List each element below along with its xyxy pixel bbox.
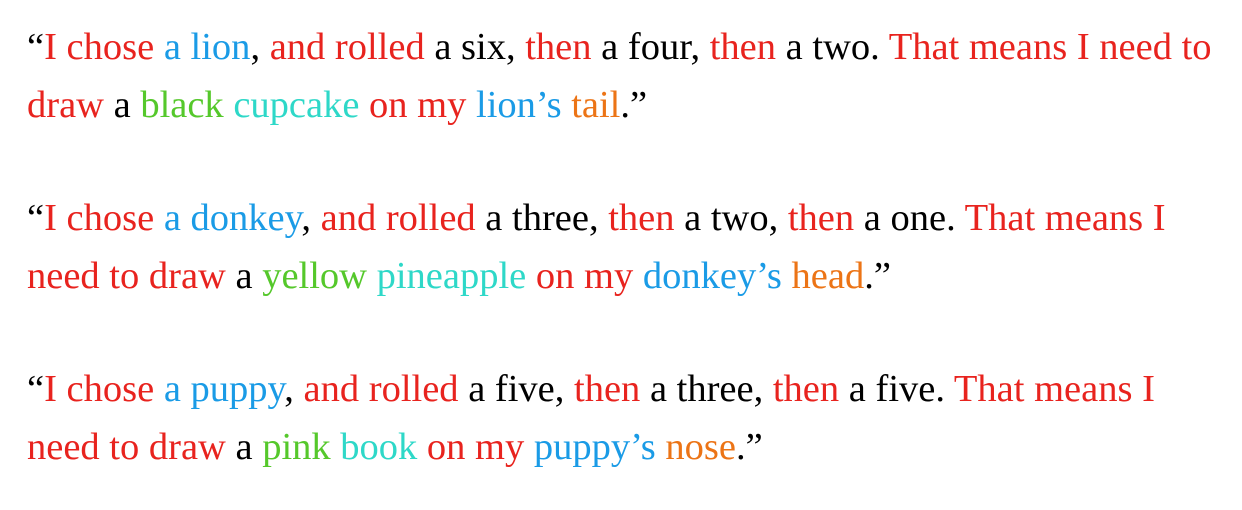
text-segment: on my	[526, 255, 643, 297]
text-segment: a five,	[458, 368, 575, 410]
text-segment: and rolled	[320, 197, 476, 239]
paragraph-donkey-sentence: “I chose a donkey, and rolled a three, t…	[27, 189, 1222, 305]
text-segment: a two.	[776, 26, 889, 68]
text-segment: a lion	[163, 26, 251, 68]
paragraph-puppy-sentence: “I chose a puppy, and rolled a five, the…	[27, 360, 1222, 476]
text-segment: a three,	[475, 197, 609, 239]
text-segment	[367, 255, 377, 297]
text-segment: a	[225, 255, 263, 297]
text-segment: and rolled	[269, 26, 425, 68]
text-segment: a donkey	[163, 197, 302, 239]
text-segment: book	[340, 426, 418, 468]
text-segment: I chose	[44, 368, 164, 410]
text-segment: .”	[735, 426, 763, 468]
document-body: “I chose a lion, and rolled a six, then …	[27, 18, 1222, 476]
text-segment: tail	[571, 84, 621, 126]
text-segment	[562, 84, 572, 126]
text-segment: then	[525, 26, 592, 68]
text-segment: lion’s	[476, 84, 562, 126]
text-segment: yellow	[262, 255, 367, 297]
text-segment: “	[27, 197, 45, 239]
text-segment: a six,	[424, 26, 526, 68]
text-segment	[782, 255, 792, 297]
text-segment: I chose	[44, 197, 164, 239]
text-segment: and rolled	[303, 368, 459, 410]
text-segment: a three,	[640, 368, 773, 410]
text-segment: cupcake	[233, 84, 360, 126]
text-segment: then	[709, 26, 777, 68]
text-segment	[224, 84, 234, 126]
text-segment: donkey’s	[642, 255, 782, 297]
text-segment: a	[103, 84, 141, 126]
text-segment: a two,	[674, 197, 788, 239]
text-segment: then	[574, 368, 641, 410]
text-segment: on my	[359, 84, 476, 126]
text-segment: pineapple	[376, 255, 527, 297]
text-segment: ,	[250, 26, 270, 68]
text-segment: nose	[665, 426, 736, 468]
text-segment: “	[27, 26, 45, 68]
text-segment: head	[791, 255, 865, 297]
text-segment: I chose	[44, 26, 164, 68]
text-segment: ,	[301, 197, 321, 239]
text-segment: then	[772, 368, 840, 410]
text-segment: a four,	[591, 26, 710, 68]
text-segment: black	[140, 84, 224, 126]
text-segment: ,	[284, 368, 304, 410]
text-segment	[331, 426, 341, 468]
text-segment: “	[27, 368, 45, 410]
text-segment: pink	[262, 426, 331, 468]
text-segment: then	[787, 197, 855, 239]
text-segment: then	[608, 197, 675, 239]
text-segment	[656, 426, 666, 468]
text-segment: on my	[417, 426, 534, 468]
text-segment: .”	[620, 84, 648, 126]
text-segment: a	[225, 426, 263, 468]
text-segment: a one.	[854, 197, 965, 239]
text-segment: a puppy	[163, 368, 285, 410]
paragraph-lion-sentence: “I chose a lion, and rolled a six, then …	[27, 18, 1222, 134]
text-segment: a five.	[839, 368, 954, 410]
text-segment: .”	[864, 255, 891, 297]
text-segment: puppy’s	[533, 426, 656, 468]
